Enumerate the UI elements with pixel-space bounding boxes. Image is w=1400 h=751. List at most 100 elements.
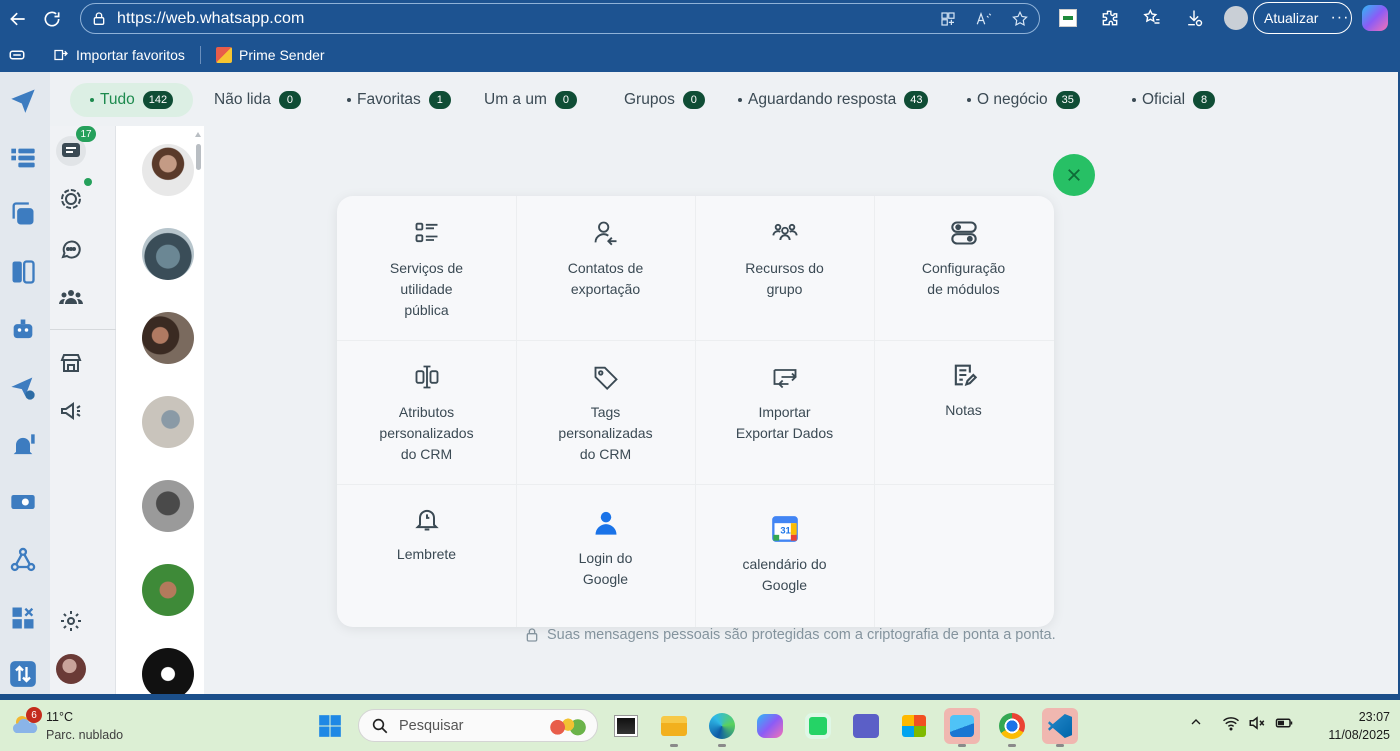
apps-icon[interactable]: [937, 8, 959, 30]
close-menu-button[interactable]: [1053, 154, 1095, 196]
chat-avatar[interactable]: [142, 648, 194, 700]
tab-label: Não lida: [214, 91, 271, 108]
whatsapp-taskbar-button[interactable]: [800, 708, 836, 744]
wifi-icon[interactable]: [1222, 714, 1240, 732]
bookmark-import[interactable]: Importar favoritos: [52, 46, 185, 64]
menu-item-label: Serviços de utilidade pública: [389, 260, 464, 318]
menu-item-export-contacts[interactable]: Contatos de exportação: [516, 218, 695, 300]
notification-bell-icon[interactable]: [7, 430, 39, 462]
scheduled-send-icon[interactable]: [7, 372, 39, 404]
group-icon: [770, 218, 800, 248]
filter-tab-um-a-um[interactable]: Um a um 0: [464, 83, 597, 117]
menu-item-module-config[interactable]: Configuração de módulos: [874, 218, 1053, 300]
sort-icon[interactable]: [7, 658, 39, 690]
teams-button[interactable]: [848, 708, 884, 744]
menu-item-notes[interactable]: Notas: [874, 360, 1053, 421]
extensions-button[interactable]: [1092, 2, 1128, 34]
profile-button[interactable]: [1218, 2, 1254, 34]
speaker-muted-icon[interactable]: [1248, 714, 1266, 732]
puzzle-icon: [1102, 10, 1118, 26]
apps-grid-icon[interactable]: [7, 602, 39, 634]
communities-icon[interactable]: [56, 282, 86, 312]
menu-item-reminder[interactable]: Lembrete: [337, 504, 516, 565]
svg-text:31: 31: [780, 526, 790, 536]
refresh-button[interactable]: [34, 1, 70, 37]
clock-date: 11/08/2025: [1328, 728, 1390, 742]
store-button[interactable]: [896, 708, 932, 744]
import-export-icon: [770, 362, 800, 392]
menu-item-crm-tags[interactable]: Tags personalizadas do CRM: [516, 362, 695, 465]
filter-tab-o-negocio[interactable]: O negócio 35: [947, 83, 1100, 117]
my-profile-avatar[interactable]: [56, 654, 86, 684]
weather-temp: 11°C: [46, 710, 74, 724]
task-view-button[interactable]: [608, 708, 644, 744]
megaphone-icon[interactable]: [56, 396, 86, 426]
menu-item-crm-attributes[interactable]: Atributos personalizados do CRM: [337, 362, 516, 465]
address-bar[interactable]: https://web.whatsapp.com: [80, 3, 1040, 34]
billing-icon[interactable]: [7, 486, 39, 518]
filter-tab-grupos[interactable]: Grupos 0: [604, 83, 725, 117]
chat-list-scrollbar[interactable]: [194, 132, 202, 692]
copilot-button[interactable]: [752, 708, 788, 744]
scroll-thumb[interactable]: [196, 144, 201, 170]
chat-avatar[interactable]: [142, 396, 194, 448]
send-icon[interactable]: [7, 84, 39, 116]
channels-icon[interactable]: [56, 234, 86, 264]
menu-item-google-login[interactable]: Login do Google: [516, 508, 695, 590]
filter-tab-aguardando-resposta[interactable]: Aguardando resposta 43: [718, 83, 948, 117]
filter-tab-nao-lida[interactable]: Não lida 0: [194, 83, 321, 117]
copy-icon[interactable]: [7, 198, 39, 230]
sidebar-toggle-icon[interactable]: [8, 46, 26, 64]
url-text[interactable]: https://web.whatsapp.com: [117, 10, 304, 28]
notes-icon: [949, 360, 979, 390]
battery-icon[interactable]: [1274, 714, 1294, 732]
tab-count-badge: 0: [554, 91, 577, 109]
status-indicator: [84, 178, 92, 186]
file-explorer-button[interactable]: [656, 708, 692, 747]
photos-button[interactable]: [944, 708, 980, 747]
status-icon[interactable]: [56, 184, 86, 214]
system-clock[interactable]: 23:07 11/08/2025: [1310, 708, 1390, 744]
favorites-button[interactable]: [1134, 2, 1170, 34]
filter-tab-oficial[interactable]: Oficial 8: [1112, 83, 1235, 117]
tab-label: Tudo: [100, 91, 135, 108]
extension-logo-button[interactable]: [1050, 2, 1086, 34]
store-icon[interactable]: [56, 348, 86, 378]
chat-avatar[interactable]: [142, 144, 194, 196]
edge-button[interactable]: [704, 708, 740, 747]
filter-tab-favoritas[interactable]: Favoritas 1: [327, 83, 471, 117]
chat-avatar[interactable]: [142, 312, 194, 364]
menu-item-group-resources[interactable]: Recursos do grupo: [695, 218, 874, 300]
menu-item-public-utility[interactable]: Serviços de utilidade pública: [337, 218, 516, 321]
more-options-icon[interactable]: ···: [1330, 9, 1349, 27]
downloads-button[interactable]: [1176, 2, 1212, 34]
menu-item-import-export[interactable]: Importar Exportar Dados: [695, 362, 874, 444]
bot-icon[interactable]: [7, 314, 39, 346]
weather-widget[interactable]: 6 11°C Parc. nublado: [10, 707, 140, 745]
webhook-icon[interactable]: [7, 544, 39, 576]
filter-tab-tudo[interactable]: Tudo 142: [70, 83, 194, 117]
chat-avatar[interactable]: [142, 228, 194, 280]
chrome-button[interactable]: [994, 708, 1030, 747]
scroll-up-arrow-icon[interactable]: [195, 132, 201, 137]
chat-avatar[interactable]: [142, 564, 194, 616]
taskbar-search[interactable]: Pesquisar: [358, 709, 598, 742]
bookmark-prime-sender[interactable]: Prime Sender: [215, 46, 325, 64]
chat-avatar[interactable]: [142, 480, 194, 532]
list-menu-icon[interactable]: [7, 142, 39, 174]
tab-label: Oficial: [1142, 91, 1186, 108]
update-button[interactable]: Atualizar ···: [1253, 2, 1352, 34]
settings-gear-icon[interactable]: [56, 606, 86, 636]
vscode-button[interactable]: [1042, 708, 1078, 747]
back-button[interactable]: [0, 1, 36, 37]
tray-overflow-chevron-icon[interactable]: [1188, 714, 1204, 730]
read-aloud-icon[interactable]: [973, 8, 995, 30]
list-icon: [412, 218, 442, 248]
start-button[interactable]: [312, 708, 348, 744]
copilot-icon[interactable]: [1362, 5, 1388, 31]
refresh-icon: [44, 11, 60, 27]
favorite-star-icon[interactable]: [1009, 8, 1031, 30]
menu-item-google-calendar[interactable]: 31 calendário do Google: [695, 514, 874, 596]
columns-icon[interactable]: [7, 256, 39, 288]
clock-time: 23:07: [1358, 710, 1390, 724]
